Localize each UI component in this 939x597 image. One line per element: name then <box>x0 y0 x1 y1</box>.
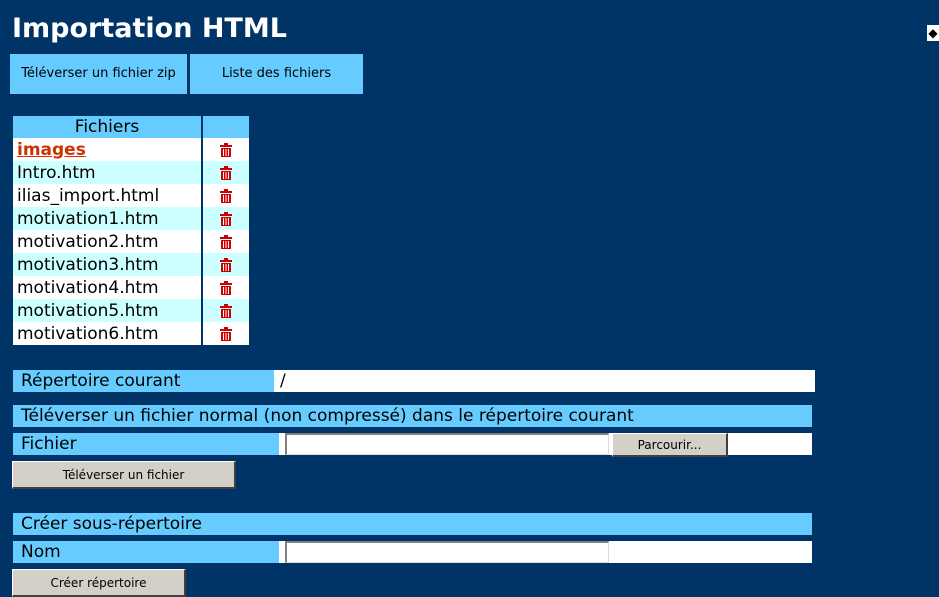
file-name-cell: ilias_import.html <box>13 184 202 207</box>
trash-icon[interactable] <box>220 188 232 203</box>
file-name: Intro.htm <box>17 162 96 183</box>
table-row: motivation1.htm <box>13 207 249 230</box>
table-row: ilias_import.html <box>13 184 249 207</box>
file-name: motivation2.htm <box>17 231 159 252</box>
file-name-cell: Intro.htm <box>13 161 202 184</box>
table-row: motivation2.htm <box>13 230 249 253</box>
delete-cell <box>201 161 249 184</box>
table-row: motivation5.htm <box>13 299 249 322</box>
trash-icon[interactable] <box>220 142 232 157</box>
delete-cell <box>201 322 249 345</box>
trash-icon[interactable] <box>220 211 232 226</box>
trash-icon[interactable] <box>220 234 232 249</box>
file-name-cell: motivation1.htm <box>13 207 202 230</box>
file-name-cell: motivation3.htm <box>13 253 202 276</box>
tab-upload-zip[interactable]: Téléverser un fichier zip <box>10 54 187 94</box>
trash-icon[interactable] <box>220 303 232 318</box>
delete-cell <box>201 299 249 322</box>
file-name-cell: motivation4.htm <box>13 276 202 299</box>
file-name-cell: motivation5.htm <box>13 299 202 322</box>
delete-cell <box>201 138 249 161</box>
files-header: Fichiers <box>13 116 202 138</box>
trash-icon[interactable] <box>220 280 232 295</box>
file-name-cell: images <box>13 138 202 161</box>
create-dir-button[interactable]: Créer répertoire <box>12 569 186 597</box>
file-input[interactable] <box>285 433 609 455</box>
trash-icon[interactable] <box>220 326 232 341</box>
create-dir-header: Créer sous-répertoire <box>13 513 812 535</box>
file-name-cell: motivation6.htm <box>13 322 202 345</box>
tab-file-list[interactable]: Liste des fichiers <box>190 54 363 94</box>
delete-cell <box>201 253 249 276</box>
file-name: motivation5.htm <box>17 300 159 321</box>
delete-column-header <box>201 116 249 138</box>
file-name: motivation6.htm <box>17 323 159 344</box>
table-row: motivation3.htm <box>13 253 249 276</box>
table-row: motivation4.htm <box>13 276 249 299</box>
file-name: motivation4.htm <box>17 277 159 298</box>
file-name: motivation1.htm <box>17 208 159 229</box>
upload-file-header: Téléverser un fichier normal (non compre… <box>13 405 812 427</box>
delete-cell <box>201 184 249 207</box>
dir-name-label: Nom <box>13 541 279 563</box>
delete-cell <box>201 207 249 230</box>
file-name: motivation3.htm <box>17 254 159 275</box>
back-arrow-icon[interactable]: ◆ <box>927 25 939 41</box>
dir-name-input[interactable] <box>285 541 609 563</box>
browse-button[interactable]: Parcourir... <box>612 433 728 457</box>
trash-icon[interactable] <box>220 257 232 272</box>
files-table: Fichiers images Intro.htm ilias_import.htm… <box>13 116 249 345</box>
page-title: Importation HTML <box>12 13 287 44</box>
delete-cell <box>201 230 249 253</box>
table-row: motivation6.htm <box>13 322 249 345</box>
table-row: images <box>13 138 249 161</box>
table-row: Intro.htm <box>13 161 249 184</box>
file-label: Fichier <box>13 433 279 455</box>
file-name-cell: motivation2.htm <box>13 230 202 253</box>
delete-cell <box>201 276 249 299</box>
file-name: ilias_import.html <box>17 185 160 206</box>
current-dir-label: Répertoire courant <box>13 370 274 392</box>
trash-icon[interactable] <box>220 165 232 180</box>
directory-link[interactable]: images <box>17 140 86 160</box>
upload-file-button[interactable]: Téléverser un fichier <box>12 461 236 489</box>
current-dir-value: / <box>274 370 815 392</box>
